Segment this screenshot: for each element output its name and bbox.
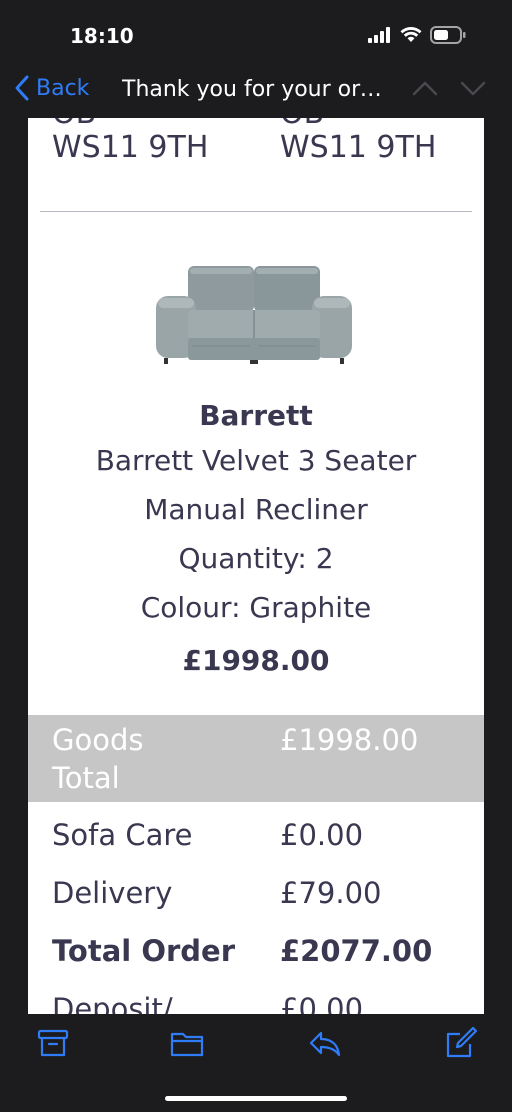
product-name-line1: Barrett Velvet 3 Seater — [95, 444, 417, 477]
sofa-care-value: £0.00 — [280, 818, 364, 852]
delivery-label: Delivery — [52, 876, 173, 910]
email-body[interactable]: OB WS11 9TH OB WS11 9TH Ba — [0, 118, 512, 1014]
cellular-signal-icon — [368, 27, 390, 43]
email-page: OB WS11 9TH OB WS11 9TH Ba — [28, 118, 484, 1014]
delivery-value: £79.00 — [280, 876, 382, 910]
deposit-label: Deposit/ — [52, 992, 173, 1014]
product-name-line2: Manual Recliner — [144, 493, 368, 526]
reply-icon[interactable] — [308, 1026, 342, 1060]
home-indicator[interactable] — [165, 1096, 347, 1101]
goods-total-row: Goods Total £1998.00 — [28, 715, 484, 802]
status-time: 18:10 — [70, 24, 134, 48]
archive-icon[interactable] — [36, 1026, 70, 1060]
product-brand: Barrett — [199, 399, 313, 432]
goods-total-value: £1998.00 — [280, 723, 419, 757]
chevron-down-icon[interactable] — [460, 80, 486, 96]
address-postcode: WS11 9TH — [52, 130, 209, 165]
product-quantity: Quantity: 2 — [178, 542, 334, 575]
status-icons — [368, 26, 466, 44]
folder-icon[interactable] — [170, 1026, 204, 1060]
total-order-value: £2077.00 — [280, 934, 433, 968]
message-navigation — [412, 80, 486, 96]
product-price: £1998.00 — [182, 644, 330, 677]
chevron-left-icon — [15, 75, 29, 101]
delivery-address: OB WS11 9TH — [52, 118, 208, 168]
product-details: Barrett Barrett Velvet 3 Seater Manual R… — [28, 396, 484, 690]
deposit-value: £0.00 — [280, 992, 364, 1014]
back-button-label: Back — [36, 75, 90, 101]
email-subject-title: Thank you for your ord... — [122, 77, 392, 102]
address-line-partial: OB — [280, 118, 436, 128]
billing-address: OB WS11 9TH — [280, 118, 436, 168]
sofa-product-image — [156, 266, 352, 364]
navigation-bar: Back Thank you for your ord... — [0, 66, 512, 118]
address-postcode: WS11 9TH — [280, 130, 437, 165]
goods-total-label: Goods Total — [52, 723, 144, 795]
battery-icon — [430, 26, 466, 44]
status-bar: 18:10 — [0, 0, 512, 66]
compose-icon[interactable] — [444, 1026, 478, 1060]
address-line-partial: OB — [52, 118, 208, 128]
chevron-up-icon[interactable] — [412, 80, 438, 96]
section-divider — [40, 211, 472, 212]
back-button[interactable]: Back — [14, 74, 89, 102]
sofa-care-label: Sofa Care — [52, 818, 193, 852]
total-order-label: Total Order — [52, 934, 236, 968]
product-colour: Colour: Graphite — [140, 591, 372, 624]
wifi-icon — [400, 27, 422, 42]
